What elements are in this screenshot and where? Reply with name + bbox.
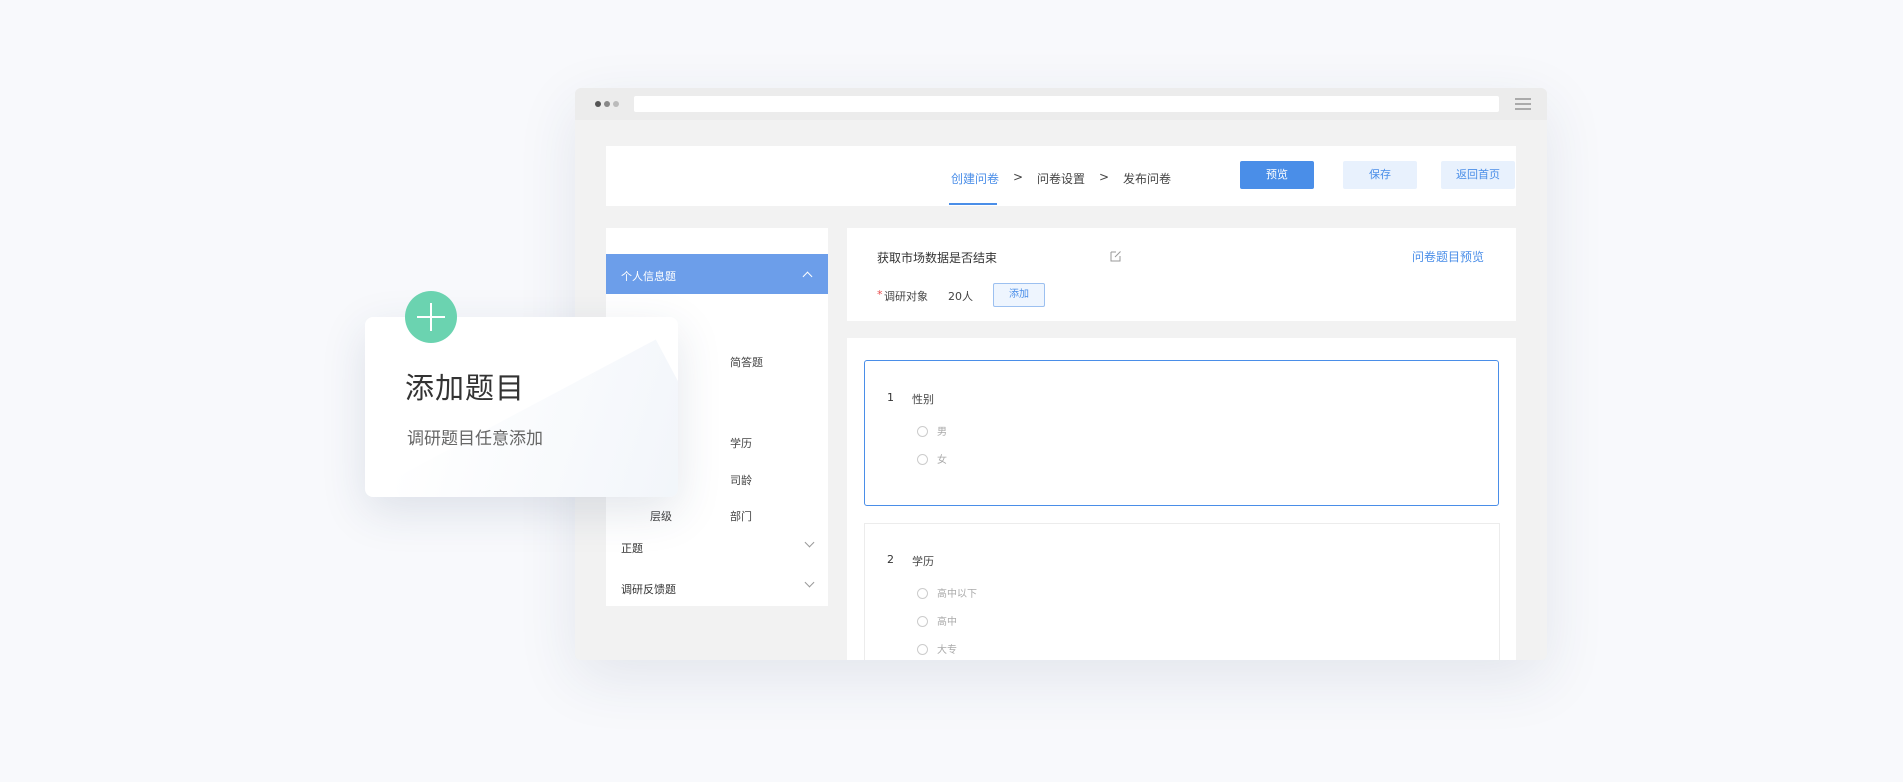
- sidebar-group-personal-info[interactable]: 个人信息题: [606, 254, 828, 294]
- option-item[interactable]: 高中以下: [917, 585, 977, 600]
- address-bar[interactable]: [634, 96, 1499, 112]
- window-dot-icon: [604, 101, 610, 107]
- sidebar-item-department[interactable]: 部门: [730, 508, 752, 524]
- browser-chrome: [575, 88, 1547, 120]
- question-title: 性别: [912, 393, 934, 406]
- option-item[interactable]: 男: [917, 423, 947, 438]
- question-title: 学历: [912, 555, 934, 568]
- survey-title: 获取市场数据是否结束: [877, 251, 998, 265]
- step-toolbar: 创建问卷 > 问卷设置 > 发布问卷 预览 保存 返回首页: [606, 146, 1516, 206]
- step-separator: >: [1099, 170, 1110, 184]
- browser-window: 创建问卷 > 问卷设置 > 发布问卷 预览 保存 返回首页 个人信息题 简答题 …: [575, 88, 1547, 660]
- question-number: 1: [887, 391, 894, 404]
- question-card[interactable]: 2 学历 高中以下 高中 大专: [864, 523, 1500, 660]
- sidebar-group-feedback[interactable]: 调研反馈题: [621, 581, 676, 597]
- window-dot-icon: [613, 101, 619, 107]
- option-item[interactable]: 女: [917, 451, 947, 466]
- question-number: 2: [887, 553, 894, 566]
- hamburger-menu-icon[interactable]: [1515, 98, 1531, 110]
- plus-icon: [405, 291, 457, 343]
- target-label: 调研对象: [884, 290, 928, 303]
- question-card[interactable]: 1 性别 男 女: [864, 360, 1499, 506]
- chevron-up-icon: [802, 271, 813, 282]
- save-button[interactable]: 保存: [1343, 161, 1417, 189]
- questions-panel: 1 性别 男 女 2 学历 高中以下 高中 大专: [847, 338, 1516, 660]
- option-item[interactable]: 高中: [917, 613, 957, 628]
- window-dot-icon: [595, 101, 601, 107]
- target-count: 20人: [948, 290, 973, 303]
- step-publish[interactable]: 发布问卷: [1123, 170, 1171, 187]
- radio-icon: [917, 644, 928, 655]
- radio-icon: [917, 616, 928, 627]
- sidebar-group-label: 个人信息题: [621, 270, 676, 283]
- sidebar-item-short-answer[interactable]: 简答题: [730, 354, 763, 370]
- radio-icon: [917, 454, 928, 465]
- sidebar-item-education[interactable]: 学历: [730, 435, 752, 451]
- step-create[interactable]: 创建问卷: [951, 170, 999, 187]
- chevron-down-icon[interactable]: [804, 577, 815, 588]
- add-target-button[interactable]: 添加: [993, 283, 1045, 307]
- active-step-indicator: [949, 203, 997, 205]
- sidebar-item-level[interactable]: 层级: [650, 508, 672, 524]
- preview-button[interactable]: 预览: [1240, 161, 1314, 189]
- required-mark: *: [877, 288, 883, 301]
- chevron-down-icon[interactable]: [804, 537, 815, 548]
- step-settings[interactable]: 问卷设置: [1037, 170, 1085, 187]
- step-separator: >: [1013, 170, 1024, 184]
- feature-subtitle: 调研题目任意添加: [407, 429, 543, 449]
- radio-icon: [917, 426, 928, 437]
- option-item[interactable]: 大专: [917, 641, 957, 656]
- sidebar-group-main[interactable]: 正题: [621, 540, 643, 556]
- radio-icon: [917, 588, 928, 599]
- feature-card: 添加题目 调研题目任意添加: [365, 317, 678, 497]
- sidebar-item-seniority[interactable]: 司龄: [730, 472, 752, 488]
- survey-info-panel: 获取市场数据是否结束 问卷题目预览 * 调研对象 20人 添加: [847, 228, 1516, 321]
- question-preview-link[interactable]: 问卷题目预览: [1412, 248, 1484, 265]
- home-button[interactable]: 返回首页: [1441, 161, 1515, 189]
- edit-icon[interactable]: [1110, 250, 1122, 262]
- feature-title: 添加题目: [405, 371, 526, 405]
